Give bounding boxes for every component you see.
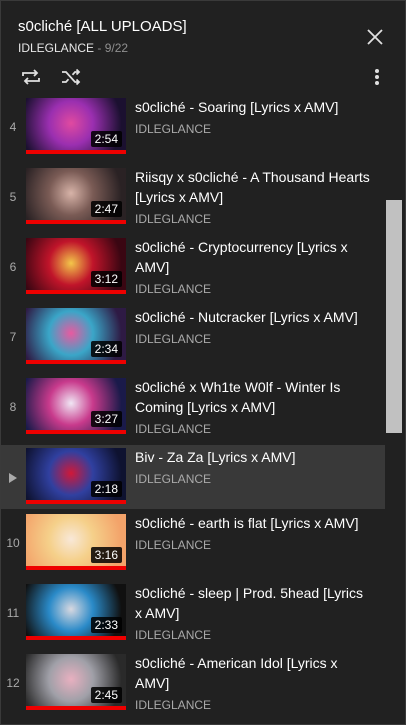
watched-progress-bar (26, 290, 126, 294)
loop-icon (22, 69, 40, 85)
subtitle-separator: - (94, 41, 105, 55)
playlist-items: 4 2:54 s0cliché - Soaring [Lyrics x AMV] ID… (1, 97, 385, 724)
video-title[interactable]: s0cliché - Nutcracker [Lyrics x AMV] (135, 307, 370, 327)
now-playing-indicator (1, 445, 25, 509)
playlist-position: 9/22 (104, 41, 129, 55)
play-arrow-icon (9, 472, 17, 483)
video-duration: 2:18 (90, 481, 122, 497)
close-button[interactable] (363, 25, 387, 49)
video-duration: 2:45 (90, 687, 122, 703)
video-channel: IDLEGLANCE (135, 332, 212, 346)
watched-progress-bar (26, 706, 126, 710)
watched-progress-bar (26, 500, 126, 504)
video-info: s0cliché - Soaring [Lyrics x AMV] IDLEGLA… (135, 97, 370, 138)
video-info: s0cliché - sleep | Prod. 5head [Lyrics x… (135, 583, 370, 644)
playlist-header: s0cliché [ALL UPLOADS] IDLEGLANCE - 9/22 (1, 1, 405, 97)
video-title[interactable]: s0cliché - Soaring [Lyrics x AMV] (135, 97, 370, 117)
video-thumbnail[interactable]: 2:18 (26, 448, 126, 504)
video-channel: IDLEGLANCE (135, 122, 212, 136)
video-duration: 3:12 (90, 271, 122, 287)
item-index: 4 (9, 120, 17, 134)
video-channel: IDLEGLANCE (135, 282, 212, 296)
video-channel: IDLEGLANCE (135, 422, 212, 436)
playlist-item[interactable]: 11 2:33 s0cliché - sleep | Prod. 5head [Ly… (1, 581, 385, 645)
video-title[interactable]: Biv - Za Za [Lyrics x AMV] (135, 447, 370, 467)
item-index: 5 (9, 190, 17, 204)
video-thumbnail[interactable]: 2:54 (26, 98, 126, 154)
shuffle-button[interactable] (59, 65, 83, 89)
video-channel: IDLEGLANCE (135, 628, 212, 642)
video-channel: IDLEGLANCE (135, 698, 212, 712)
video-duration: 3:16 (90, 547, 122, 563)
video-thumbnail[interactable]: 3:12 (26, 238, 126, 294)
video-duration: 2:33 (90, 617, 122, 633)
video-title[interactable]: s0cliché - Cryptocurrency [Lyrics x AMV] (135, 237, 370, 277)
video-info: Riisqy x s0cliché - A Thousand Hearts [L… (135, 167, 370, 228)
item-index: 12 (6, 676, 20, 690)
video-channel: IDLEGLANCE (135, 212, 212, 226)
video-title[interactable]: Riisqy x s0cliché - A Thousand Hearts [L… (135, 167, 370, 207)
video-thumbnail[interactable]: 2:34 (26, 308, 126, 364)
playlist-item[interactable]: 6 3:12 s0cliché - Cryptocurrency [Lyrics x… (1, 235, 385, 299)
item-index: 7 (9, 330, 17, 344)
video-thumbnail[interactable]: 3:16 (26, 514, 126, 570)
close-icon (367, 29, 383, 45)
video-duration: 2:54 (90, 131, 122, 147)
watched-progress-bar (26, 220, 126, 224)
playlist-item[interactable]: 8 3:27 s0cliché x Wh1te W0lf - Winter Is C… (1, 375, 385, 439)
video-duration: 2:34 (90, 341, 122, 357)
playlist-item[interactable]: 2:18 Biv - Za Za [Lyrics x AMV] IDLEGLANCE (1, 445, 385, 509)
video-duration: 2:47 (90, 201, 122, 217)
video-info: s0cliché - Cryptocurrency [Lyrics x AMV]… (135, 237, 370, 298)
video-channel: IDLEGLANCE (135, 538, 212, 552)
playlist-item[interactable]: 7 2:34 s0cliché - Nutcracker [Lyrics x AMV… (1, 305, 385, 369)
loop-button[interactable] (19, 65, 43, 89)
video-info: s0cliché - earth is flat [Lyrics x AMV] I… (135, 513, 370, 554)
playlist-item[interactable]: 12 2:45 s0cliché - American Idol [Lyrics x… (1, 651, 385, 715)
watched-progress-bar (26, 636, 126, 640)
playlist-panel: s0cliché [ALL UPLOADS] IDLEGLANCE - 9/22 (0, 0, 406, 725)
playlist-owner[interactable]: IDLEGLANCE (18, 41, 94, 55)
playlist-item[interactable]: 5 2:47 Riisqy x s0cliché - A Thousand Hear… (1, 165, 385, 229)
video-info: s0cliché x Wh1te W0lf - Winter Is Coming… (135, 377, 370, 438)
video-thumbnail[interactable]: 2:47 (26, 168, 126, 224)
playlist-subtitle: IDLEGLANCE - 9/22 (18, 41, 128, 55)
playlist-item[interactable]: 10 3:16 s0cliché - earth is flat [Lyrics x… (1, 511, 385, 575)
playlist-item[interactable]: 4 2:54 s0cliché - Soaring [Lyrics x AMV] ID… (1, 97, 385, 159)
item-index: 11 (6, 606, 20, 620)
scrollbar-thumb[interactable] (386, 200, 402, 433)
video-title[interactable]: s0cliché - American Idol [Lyrics x AMV] (135, 653, 370, 693)
video-thumbnail[interactable]: 2:45 (26, 654, 126, 710)
video-thumbnail[interactable]: 3:27 (26, 378, 126, 434)
shuffle-icon (62, 68, 81, 86)
video-title[interactable]: s0cliché - earth is flat [Lyrics x AMV] (135, 513, 370, 533)
video-info: Biv - Za Za [Lyrics x AMV] IDLEGLANCE (135, 447, 370, 488)
item-index: 10 (6, 536, 20, 550)
watched-progress-bar (26, 360, 126, 364)
more-vert-icon (375, 69, 379, 85)
video-info: s0cliché - Nutcracker [Lyrics x AMV] IDLE… (135, 307, 370, 348)
item-index: 6 (9, 260, 17, 274)
video-title[interactable]: s0cliché - sleep | Prod. 5head [Lyrics x… (135, 583, 370, 623)
watched-progress-bar (26, 430, 126, 434)
video-channel: IDLEGLANCE (135, 472, 212, 486)
video-info: s0cliché - American Idol [Lyrics x AMV] I… (135, 653, 370, 714)
video-duration: 3:27 (90, 411, 122, 427)
item-index: 8 (9, 400, 17, 414)
playlist-title[interactable]: s0cliché [ALL UPLOADS] (18, 18, 187, 35)
watched-progress-bar (26, 566, 126, 570)
video-title[interactable]: s0cliché x Wh1te W0lf - Winter Is Coming… (135, 377, 370, 417)
watched-progress-bar (26, 150, 126, 154)
more-options-button[interactable] (367, 65, 387, 89)
video-thumbnail[interactable]: 2:33 (26, 584, 126, 640)
